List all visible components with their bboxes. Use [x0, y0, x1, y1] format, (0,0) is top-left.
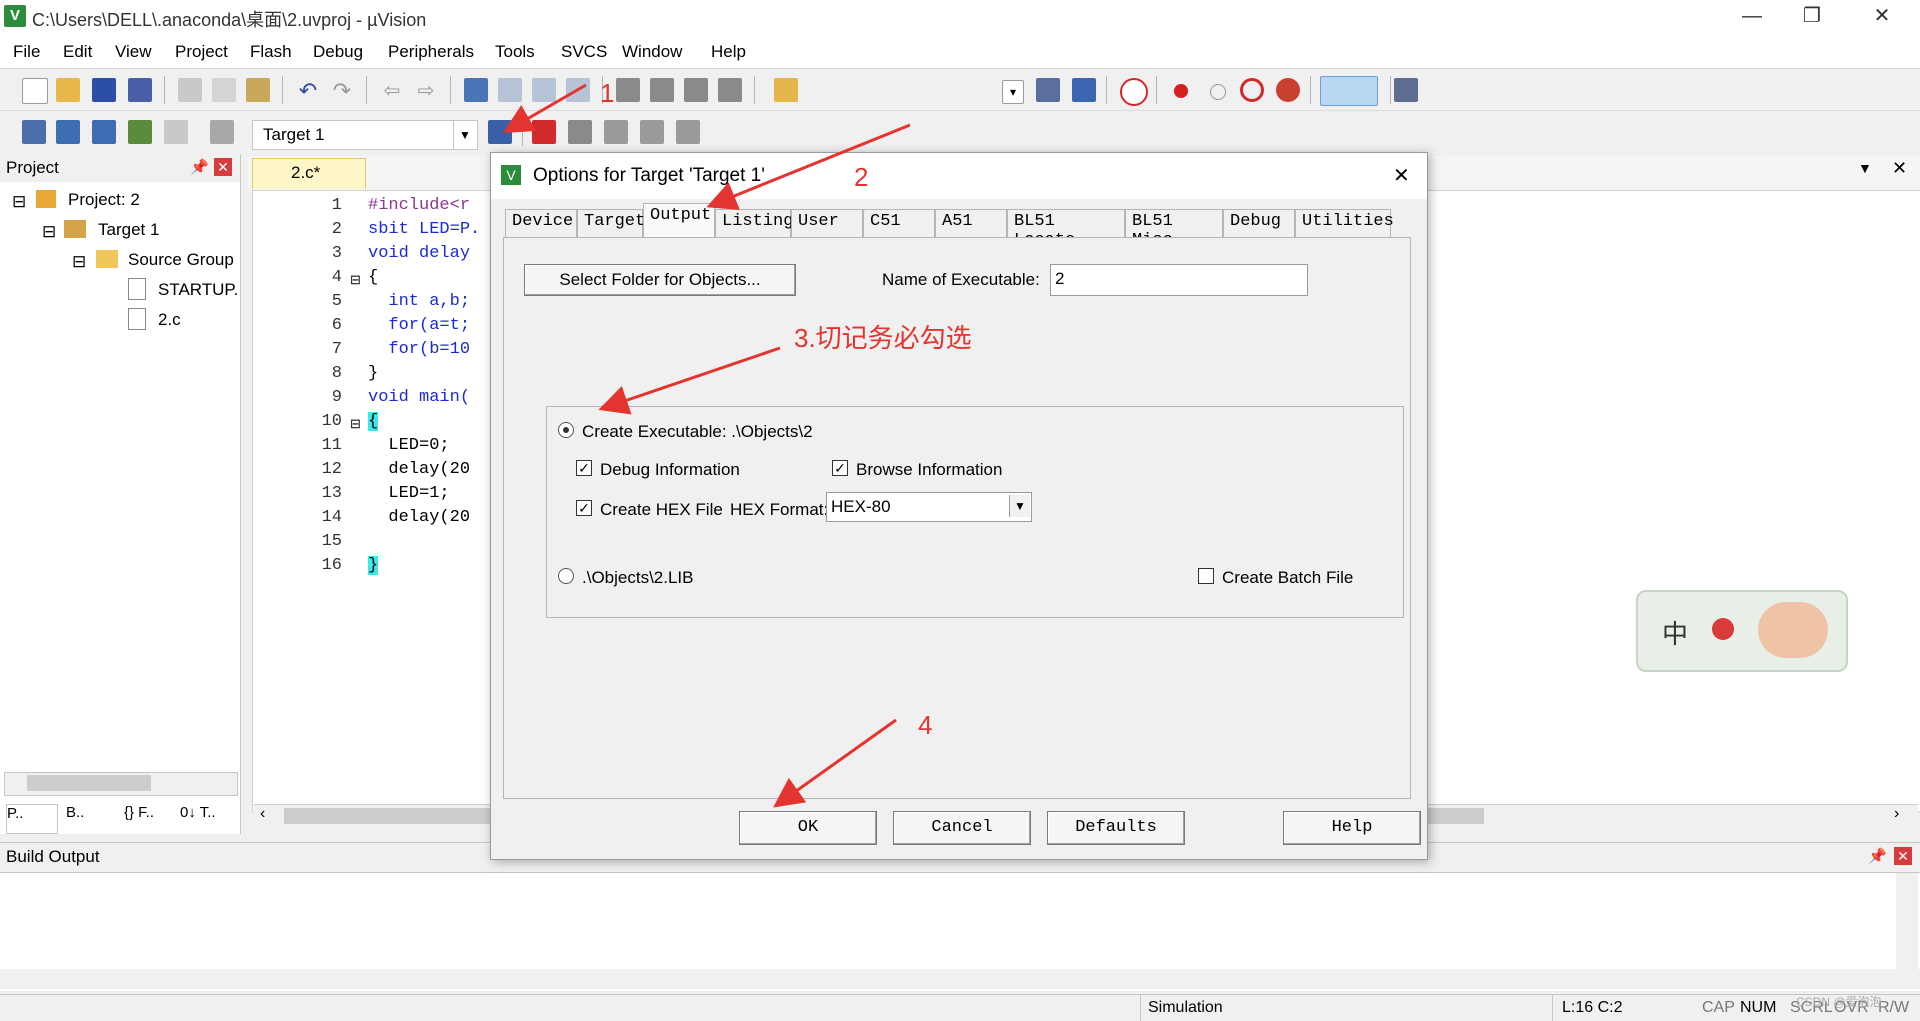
annotation-label-4: 4 — [918, 710, 933, 740]
annotation-label-2: 2 — [854, 162, 869, 192]
annotation-arrows — [502, 83, 911, 808]
annotation-label-1: 1 — [600, 78, 615, 108]
annotation-arrow-1 — [502, 83, 587, 133]
annotation-arrow-2 — [706, 123, 911, 210]
annotation-label-3: 3.切记务必勾选 — [794, 323, 972, 353]
annotation-arrow-3 — [598, 346, 781, 415]
annotation-arrow-4 — [773, 718, 897, 808]
